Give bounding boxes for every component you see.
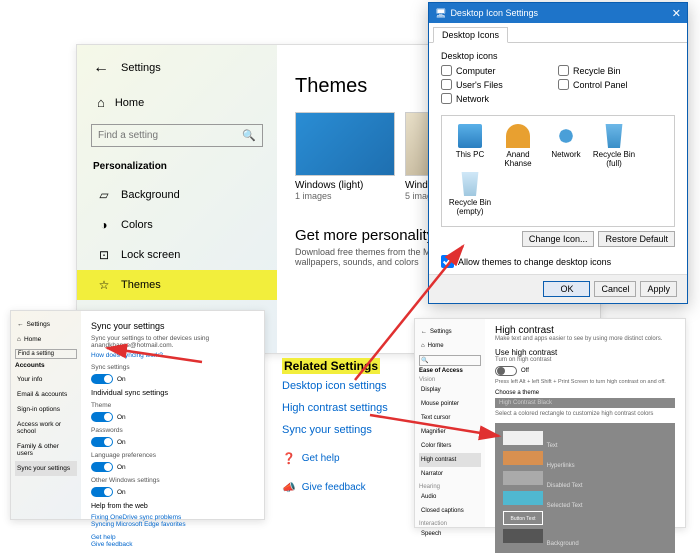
icon-this-pc[interactable]: This PC [446,124,494,170]
search-input[interactable]: 🔍 [419,355,481,366]
sync-title: Sync your settings [91,321,254,331]
get-help-link[interactable]: ❓Get help [282,452,388,465]
hc-toggle[interactable] [495,366,517,376]
group-label: Desktop icons [441,51,675,61]
back-button[interactable]: ← Settings [419,325,481,339]
check-recycle-bin[interactable]: Recycle Bin [558,65,675,76]
themes-icon: ☆ [97,278,111,292]
restore-default-button[interactable]: Restore Default [598,231,675,247]
category-label: Personalization [77,153,277,180]
swatch-hyperlinks[interactable] [503,451,543,465]
app-title: Settings [121,62,161,74]
theme-toggle[interactable] [91,412,113,422]
home-nav[interactable]: ⌂ Home [15,332,77,347]
swatch-text[interactable] [503,431,543,445]
side-text-cursor[interactable]: Text cursor [419,411,481,425]
nav-lockscreen[interactable]: ⊡Lock screen [77,240,277,270]
side-family[interactable]: Family & other users [15,439,77,461]
cancel-button[interactable]: Cancel [594,281,636,297]
side-narrator[interactable]: Narrator [419,467,481,481]
ok-button[interactable]: OK [543,281,590,297]
check-control-panel[interactable]: Control Panel [558,79,675,90]
check-computer[interactable]: Computer [441,65,558,76]
help-icon: ❓ [282,452,296,465]
apply-button[interactable]: Apply [640,281,677,297]
sync-toggle[interactable] [91,374,113,384]
nav-background[interactable]: ▱Background [77,180,277,210]
swatch-button[interactable]: Button Text [503,511,543,525]
give-feedback-link[interactable]: 📣Give feedback [282,481,388,494]
help-link-edge[interactable]: Syncing Microsoft Edge favorites [91,521,254,528]
link-desktop-icon-settings[interactable]: Desktop icon settings [282,380,388,392]
side-audio[interactable]: Audio [419,490,481,504]
icon-user[interactable]: Anand Khanse [494,124,542,170]
link-high-contrast-settings[interactable]: High contrast settings [282,402,388,414]
tab-desktop-icons[interactable]: Desktop Icons [433,27,508,43]
get-help-link[interactable]: Get help [91,534,116,541]
sync-sidebar: ← Settings ⌂ Home Find a setting Account… [11,311,81,519]
theme-thumbnail [295,112,395,176]
check-users-files[interactable]: User's Files [441,79,558,90]
back-button[interactable]: ← Settings [15,317,77,332]
related-links-column: Related Settings Desktop icon settings H… [282,358,388,494]
side-display[interactable]: Display [419,383,481,397]
swatch-background[interactable] [503,529,543,543]
icon-recycle-full[interactable]: Recycle Bin (full) [590,124,638,170]
back-button[interactable]: ← [93,59,109,77]
nav-colors[interactable]: ◑Colors [77,210,277,240]
hc-title: High contrast [495,325,675,336]
hc-preview: Text Hyperlinks Disabled Text Selected T… [495,423,675,553]
icon-recycle-empty[interactable]: Recycle Bin (empty) [446,172,494,218]
feedback-icon: 📣 [282,481,296,494]
sync-settings-window: ← Settings ⌂ Home Find a setting Account… [10,310,265,520]
side-sync[interactable]: Sync your settings [15,461,77,476]
home-icon: ⌂ [97,95,105,110]
related-heading: Related Settings [282,358,380,374]
swatch-disabled[interactable] [503,471,543,485]
search-input[interactable]: Find a setting [15,349,77,359]
close-icon[interactable]: ✕ [672,7,681,20]
high-contrast-window: ← Settings ⌂ Home 🔍 Ease of Access Visio… [414,318,686,528]
dialog-titlebar[interactable]: 🖥Desktop Icon Settings ✕ [429,3,687,23]
how-syncing-works-link[interactable]: How does syncing work? [91,352,254,359]
side-your-info[interactable]: Your info [15,372,77,387]
home-nav[interactable]: ⌂ Home [77,87,277,118]
side-high-contrast[interactable]: High contrast [419,453,481,467]
side-captions[interactable]: Closed captions [419,504,481,518]
desktop-icon-settings-dialog: 🖥Desktop Icon Settings ✕ Desktop Icons D… [428,2,688,304]
theme-card[interactable]: Windows (light) 1 images [295,112,395,201]
swatch-selected[interactable] [503,491,543,505]
settings-sidebar: ← Settings ⌂ Home 🔍 Personalization ▱Bac… [77,45,277,353]
passwords-toggle[interactable] [91,437,113,447]
search-box[interactable]: 🔍 [91,124,263,147]
side-signin[interactable]: Sign-in options [15,402,77,417]
side-work[interactable]: Access work or school [15,417,77,439]
home-nav[interactable]: ⌂ Home [419,339,481,353]
side-email[interactable]: Email & accounts [15,387,77,402]
link-sync-your-settings[interactable]: Sync your settings [282,424,388,436]
colors-icon: ◑ [97,218,111,232]
check-network[interactable]: Network [441,93,558,104]
lang-toggle[interactable] [91,462,113,472]
icon-preview-pane[interactable]: This PC Anand Khanse Network Recycle Bin… [441,115,675,227]
side-color-filters[interactable]: Color filters [419,439,481,453]
lock-icon: ⊡ [97,248,111,262]
side-mouse-pointer[interactable]: Mouse pointer [419,397,481,411]
help-link-onedrive[interactable]: Fixing OneDrive sync problems [91,514,254,521]
allow-themes-checkbox[interactable]: Allow themes to change desktop icons [441,255,675,268]
nav-themes[interactable]: ☆Themes [77,270,277,300]
side-speech[interactable]: Speech [419,527,481,541]
dialog-icon: 🖥 [435,8,446,19]
theme-dropdown[interactable]: High Contrast Black [495,398,675,408]
give-feedback-link[interactable]: Give feedback [91,541,133,548]
search-icon: 🔍 [242,129,256,142]
picture-icon: ▱ [97,188,111,202]
side-magnifier[interactable]: Magnifier [419,425,481,439]
other-toggle[interactable] [91,487,113,497]
search-input[interactable] [98,130,242,141]
icon-network[interactable]: Network [542,124,590,170]
hc-sidebar: ← Settings ⌂ Home 🔍 Ease of Access Visio… [415,319,485,527]
change-icon-button[interactable]: Change Icon... [522,231,595,247]
